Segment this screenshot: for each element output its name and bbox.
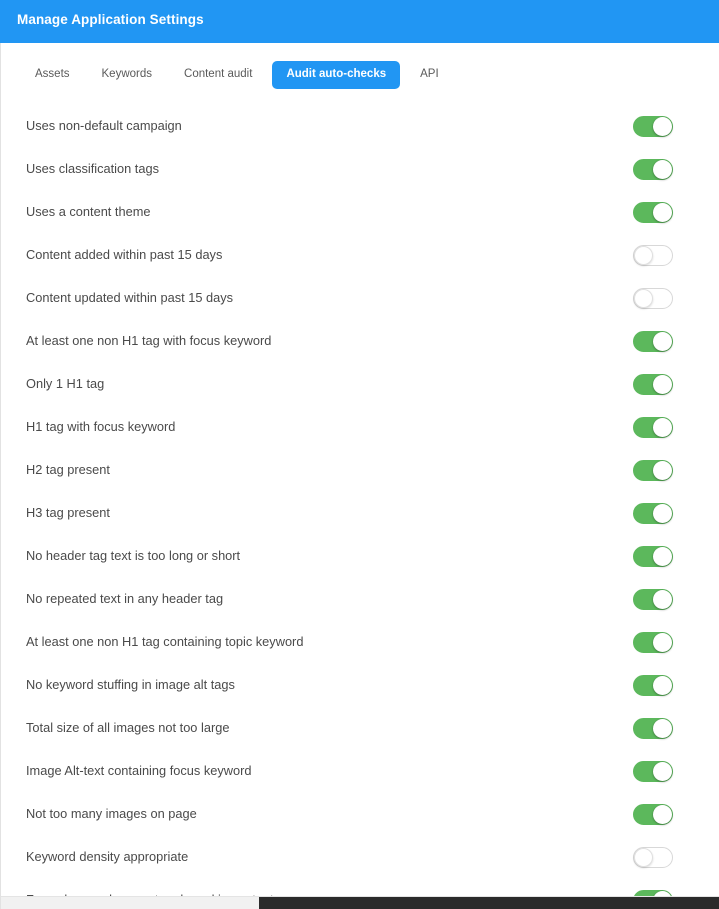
setting-toggle-switch[interactable] — [633, 331, 673, 352]
setting-row: Not too many images on page — [1, 793, 719, 836]
setting-row: No header tag text is too long or short — [1, 535, 719, 578]
setting-label: H3 tag present — [26, 505, 110, 521]
setting-toggle-switch[interactable] — [633, 116, 673, 137]
setting-label: Uses classification tags — [26, 161, 159, 177]
setting-toggle-switch[interactable] — [633, 804, 673, 825]
settings-panel: Assets Keywords Content audit Audit auto-ch… — [0, 43, 719, 909]
setting-toggle-switch[interactable] — [633, 546, 673, 567]
toggle-knob-icon — [653, 633, 672, 652]
setting-label: At least one non H1 tag with focus keywo… — [26, 333, 272, 349]
setting-toggle-switch[interactable] — [633, 503, 673, 524]
setting-label: Uses a content theme — [26, 204, 151, 220]
toggle-knob-icon — [653, 117, 672, 136]
setting-label: No repeated text in any header tag — [26, 591, 224, 607]
setting-row: Total size of all images not too large — [1, 707, 719, 750]
toggle-knob-icon — [634, 289, 653, 308]
toggle-knob-icon — [653, 332, 672, 351]
setting-label: Only 1 H1 tag — [26, 376, 105, 392]
application-window: Manage Application Settings Assets Keywor… — [0, 0, 719, 909]
setting-toggle-switch[interactable] — [633, 589, 673, 610]
setting-toggle-switch[interactable] — [633, 245, 673, 266]
window-title: Manage Application Settings — [17, 12, 204, 27]
horizontal-scrollbar-thumb[interactable] — [259, 897, 719, 909]
setting-toggle-switch[interactable] — [633, 159, 673, 180]
setting-label: Uses non-default campaign — [26, 118, 182, 134]
setting-toggle-switch[interactable] — [633, 417, 673, 438]
setting-label: Content updated within past 15 days — [26, 290, 234, 306]
toggle-knob-icon — [653, 762, 672, 781]
setting-row: Content added within past 15 days — [1, 234, 719, 277]
setting-toggle-switch[interactable] — [633, 761, 673, 782]
setting-label: Image Alt-text containing focus keyword — [26, 763, 252, 779]
setting-row: H3 tag present — [1, 492, 719, 535]
setting-toggle-switch[interactable] — [633, 718, 673, 739]
tab-content-audit[interactable]: Content audit — [172, 62, 264, 88]
setting-label: Content added within past 15 days — [26, 247, 223, 263]
toggle-knob-icon — [653, 805, 672, 824]
title-bar: Manage Application Settings — [0, 0, 719, 43]
toggle-knob-icon — [634, 246, 653, 265]
toggle-knob-icon — [653, 203, 672, 222]
setting-row: H2 tag present — [1, 449, 719, 492]
settings-list: Uses non-default campaign Uses classifica… — [1, 105, 719, 909]
setting-row: Content updated within past 15 days — [1, 277, 719, 320]
toggle-knob-icon — [653, 504, 672, 523]
setting-toggle-switch[interactable] — [633, 288, 673, 309]
setting-label: Total size of all images not too large — [26, 720, 230, 736]
toggle-knob-icon — [634, 848, 653, 867]
setting-row: Image Alt-text containing focus keyword — [1, 750, 719, 793]
setting-row: Uses classification tags — [1, 148, 719, 191]
setting-label: No keyword stuffing in image alt tags — [26, 677, 235, 693]
setting-label: H1 tag with focus keyword — [26, 419, 176, 435]
setting-toggle-switch[interactable] — [633, 202, 673, 223]
setting-label: Not too many images on page — [26, 806, 197, 822]
setting-row: Keyword density appropriate — [1, 836, 719, 879]
setting-label: No header tag text is too long or short — [26, 548, 241, 564]
setting-label: Keyword density appropriate — [26, 849, 189, 865]
tab-audit-auto-checks[interactable]: Audit auto-checks — [272, 61, 401, 89]
tab-api[interactable]: API — [408, 62, 451, 88]
setting-toggle-switch[interactable] — [633, 675, 673, 696]
setting-toggle-switch[interactable] — [633, 847, 673, 868]
setting-row: No repeated text in any header tag — [1, 578, 719, 621]
tab-keywords[interactable]: Keywords — [90, 62, 165, 88]
toggle-knob-icon — [653, 160, 672, 179]
setting-row: Uses a content theme — [1, 191, 719, 234]
setting-row: At least one non H1 tag with focus keywo… — [1, 320, 719, 363]
toggle-knob-icon — [653, 461, 672, 480]
toggle-knob-icon — [653, 375, 672, 394]
toggle-knob-icon — [653, 590, 672, 609]
horizontal-scrollbar[interactable] — [1, 896, 719, 909]
setting-label: H2 tag present — [26, 462, 110, 478]
setting-row: At least one non H1 tag containing topic… — [1, 621, 719, 664]
setting-toggle-switch[interactable] — [633, 460, 673, 481]
setting-row: Only 1 H1 tag — [1, 363, 719, 406]
tab-assets[interactable]: Assets — [23, 62, 82, 88]
setting-row: H1 tag with focus keyword — [1, 406, 719, 449]
toggle-knob-icon — [653, 418, 672, 437]
setting-toggle-switch[interactable] — [633, 632, 673, 653]
toggle-knob-icon — [653, 676, 672, 695]
setting-row: No keyword stuffing in image alt tags — [1, 664, 719, 707]
toggle-knob-icon — [653, 547, 672, 566]
setting-toggle-switch[interactable] — [633, 374, 673, 395]
tab-bar: Assets Keywords Content audit Audit auto-ch… — [1, 59, 719, 91]
setting-label: At least one non H1 tag containing topic… — [26, 634, 304, 650]
setting-row: Uses non-default campaign — [1, 105, 719, 148]
toggle-knob-icon — [653, 719, 672, 738]
